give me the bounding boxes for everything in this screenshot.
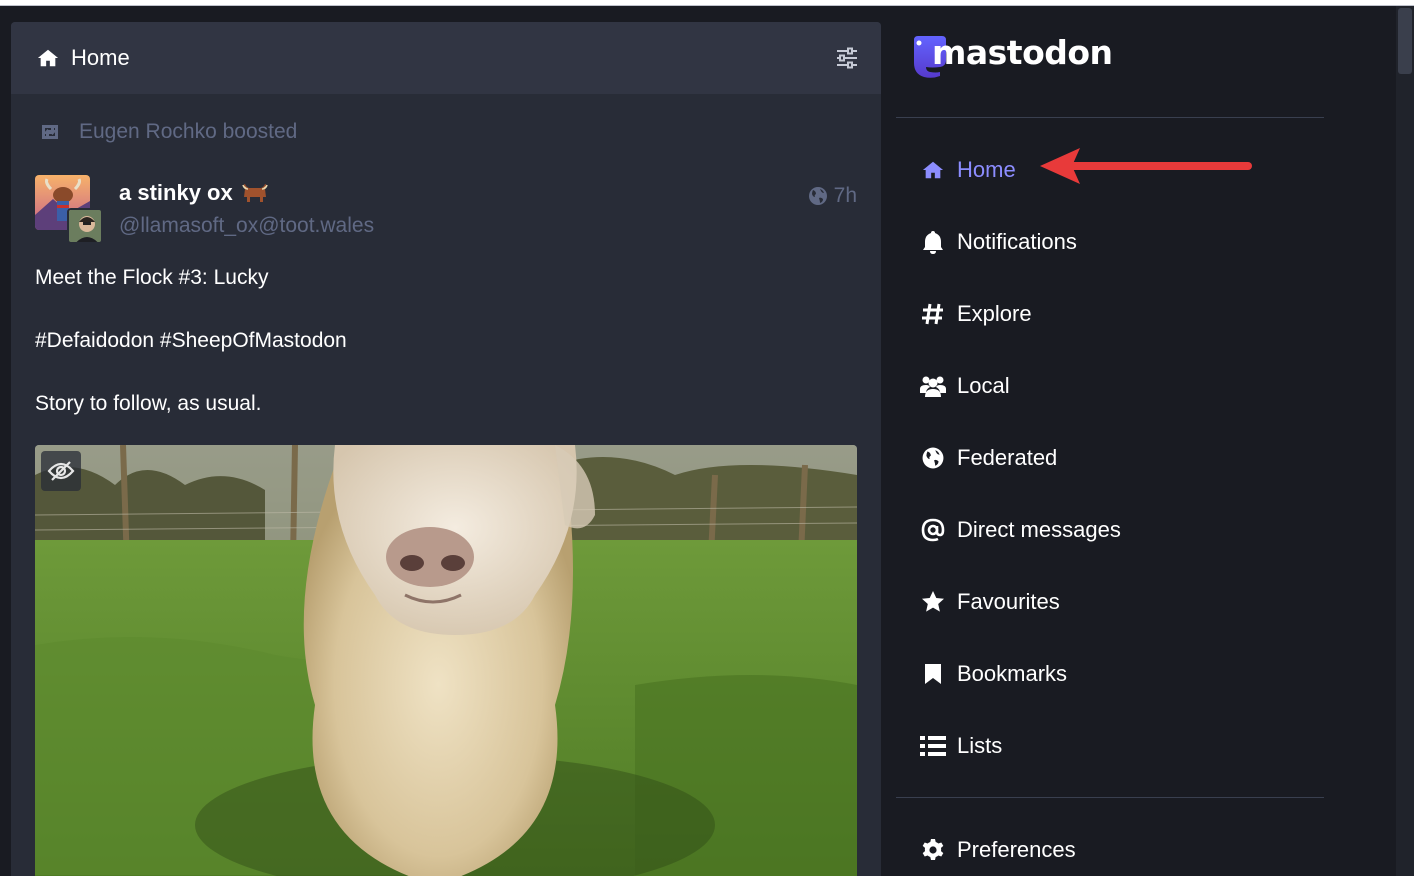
status-content: Meet the Flock #3: Lucky #Defaidodon #Sh…	[35, 264, 855, 453]
relative-time[interactable]: 7h	[834, 184, 857, 208]
sidebar-item-label: Local	[957, 373, 1010, 398]
star-icon	[922, 591, 944, 612]
avatar-stack[interactable]	[35, 175, 105, 245]
sidebar-item-label: Federated	[957, 445, 1058, 470]
ox-emoji-icon	[241, 184, 268, 202]
sidebar-item-preferences[interactable]: Preferences	[920, 832, 1076, 868]
sidebar-item-label: Preferences	[957, 837, 1076, 862]
sheep-photo[interactable]	[35, 445, 857, 876]
window-top-border	[0, 0, 1414, 6]
account-handle[interactable]: @llamasoft_ox@toot.wales	[119, 214, 374, 238]
sidebar-item-label: Lists	[957, 733, 1003, 758]
hide-media-button[interactable]	[41, 451, 81, 491]
globe-icon	[922, 447, 944, 469]
sidebar-item-lists[interactable]: Lists	[920, 728, 1002, 764]
sidebar-item-federated[interactable]: Federated	[920, 440, 1057, 476]
page-scrollbar[interactable]	[1396, 6, 1414, 876]
sidebar-item-direct-messages[interactable]: Direct messages	[920, 512, 1121, 548]
home-column: Home Eugen Rochko boosted a stinky ox @l…	[11, 22, 881, 876]
status-paragraph[interactable]: #Defaidodon #SheepOfMastodon	[35, 327, 855, 354]
column-title: Home	[71, 45, 130, 70]
sidebar-item-favourites[interactable]: Favourites	[920, 584, 1060, 620]
hashtag-icon	[922, 303, 943, 325]
scrollbar-thumb[interactable]	[1398, 8, 1412, 74]
status-paragraph: Meet the Flock #3: Lucky	[35, 266, 269, 289]
home-icon	[922, 161, 944, 179]
sidebar-item-notifications[interactable]: Notifications	[920, 224, 1077, 260]
status-time[interactable]: 7h	[808, 184, 857, 208]
column-settings-icon[interactable]	[835, 46, 859, 70]
sidebar-item-label: Explore	[957, 301, 1032, 326]
sidebar-item-local[interactable]: Local	[920, 368, 1010, 404]
sidebar-item-home[interactable]: Home	[920, 152, 1016, 188]
list-icon	[920, 736, 946, 756]
booster-avatar[interactable]	[67, 208, 103, 244]
display-name[interactable]: a stinky ox	[119, 180, 269, 206]
sidebar-item-label: Home	[957, 157, 1016, 182]
bookmark-icon	[925, 664, 941, 684]
boost-indicator: Eugen Rochko boosted	[37, 120, 297, 144]
sidebar-divider	[896, 117, 1324, 118]
status-paragraph: Story to follow, as usual.	[35, 392, 262, 415]
globe-icon	[808, 187, 827, 205]
logo-wordmark: mastodon	[932, 32, 1113, 72]
media-attachment[interactable]	[35, 445, 857, 876]
sidebar-item-bookmarks[interactable]: Bookmarks	[920, 656, 1067, 692]
gear-icon	[922, 839, 944, 860]
mastodon-logo[interactable]: mastodon	[910, 32, 1113, 80]
sidebar-item-label: Bookmarks	[957, 661, 1068, 686]
retweet-icon	[42, 125, 58, 139]
display-name-text[interactable]: a stinky ox	[119, 180, 233, 206]
at-icon	[921, 518, 945, 542]
boosted-by-text[interactable]: Eugen Rochko boosted	[79, 120, 297, 144]
sidebar-item-explore[interactable]: Explore	[920, 296, 1032, 332]
sidebar-item-label: Direct messages	[957, 517, 1121, 542]
sidebar-item-label: Favourites	[957, 589, 1060, 614]
column-header: Home	[11, 22, 881, 94]
sidebar-item-label: Notifications	[957, 229, 1077, 254]
bell-icon	[923, 231, 943, 254]
eye-slash-icon	[47, 461, 75, 481]
annotation-arrow	[1040, 148, 1252, 184]
users-icon	[920, 376, 946, 397]
sidebar-divider	[896, 797, 1324, 798]
home-icon	[37, 49, 59, 67]
